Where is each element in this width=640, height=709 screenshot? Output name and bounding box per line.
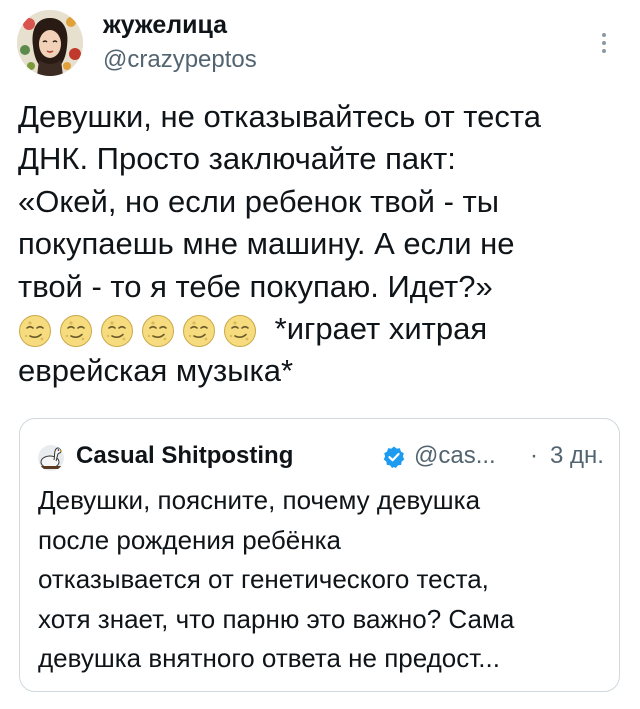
quoted-post-card[interactable]: Casual Shitposting @cas... · 3 дн. Девуш… xyxy=(19,418,620,692)
quote-author-display-name[interactable]: Casual Shitposting xyxy=(76,441,293,471)
post-text-line: еврейская музыка* xyxy=(18,353,294,389)
author-display-name[interactable]: жужелица xyxy=(103,10,227,40)
meta-separator: · xyxy=(530,442,538,469)
post-text-line: покупаешь мне машину. А если не xyxy=(18,226,515,262)
author-handle[interactable]: @crazypeptos xyxy=(103,46,257,74)
quoted-post-text: Девушки, поясните, почему девушка после … xyxy=(38,481,613,679)
verified-badge-icon xyxy=(382,445,406,469)
author-avatar[interactable] xyxy=(17,10,83,76)
quote-author-handle[interactable]: @cas... xyxy=(414,441,496,471)
quote-text-line: хотя знает, что парню это важно? Сама xyxy=(38,603,515,634)
smirking-moon-face-emoji xyxy=(60,314,92,347)
quote-text-line: отказывается от генетического теста, xyxy=(38,564,489,594)
quote-text-line: девушка внятного ответа не предост... xyxy=(38,643,500,673)
smirking-moon-face-emoji xyxy=(224,314,256,347)
smirking-moon-face-emoji xyxy=(142,314,174,347)
post-text-line: «Окей, но если ребенок твой - ты xyxy=(18,183,499,219)
smirking-moon-face-emoji xyxy=(183,314,215,347)
smirking-moon-face-emoji xyxy=(19,314,51,347)
more-vertical-icon[interactable] xyxy=(594,30,614,56)
quote-text-line: после рождения ребёнка xyxy=(38,524,341,555)
quote-author-avatar[interactable] xyxy=(38,445,64,471)
illustrated-woman-avatar-icon xyxy=(17,10,83,76)
smirking-moon-face-emoji xyxy=(101,314,133,347)
goose-avatar-icon xyxy=(38,445,64,471)
post-text: Девушки, не отказывайтесь от теста ДНК. … xyxy=(18,96,618,393)
post-text-line: твой - то я тебе покупаю. Идет?» xyxy=(18,268,493,304)
quote-timestamp[interactable]: 3 дн. xyxy=(550,441,604,471)
emoji-group xyxy=(18,311,264,347)
post-text-line: ДНК. Просто заключайте пакт: xyxy=(18,141,456,177)
post-text-line: Девушки, не отказывайтесь от теста xyxy=(18,99,541,134)
quote-text-line: Девушки, поясните, почему девушка xyxy=(38,485,481,515)
post-text-line: *играет хитрая xyxy=(274,311,488,347)
emoji-line: *играет хитрая xyxy=(18,308,618,350)
